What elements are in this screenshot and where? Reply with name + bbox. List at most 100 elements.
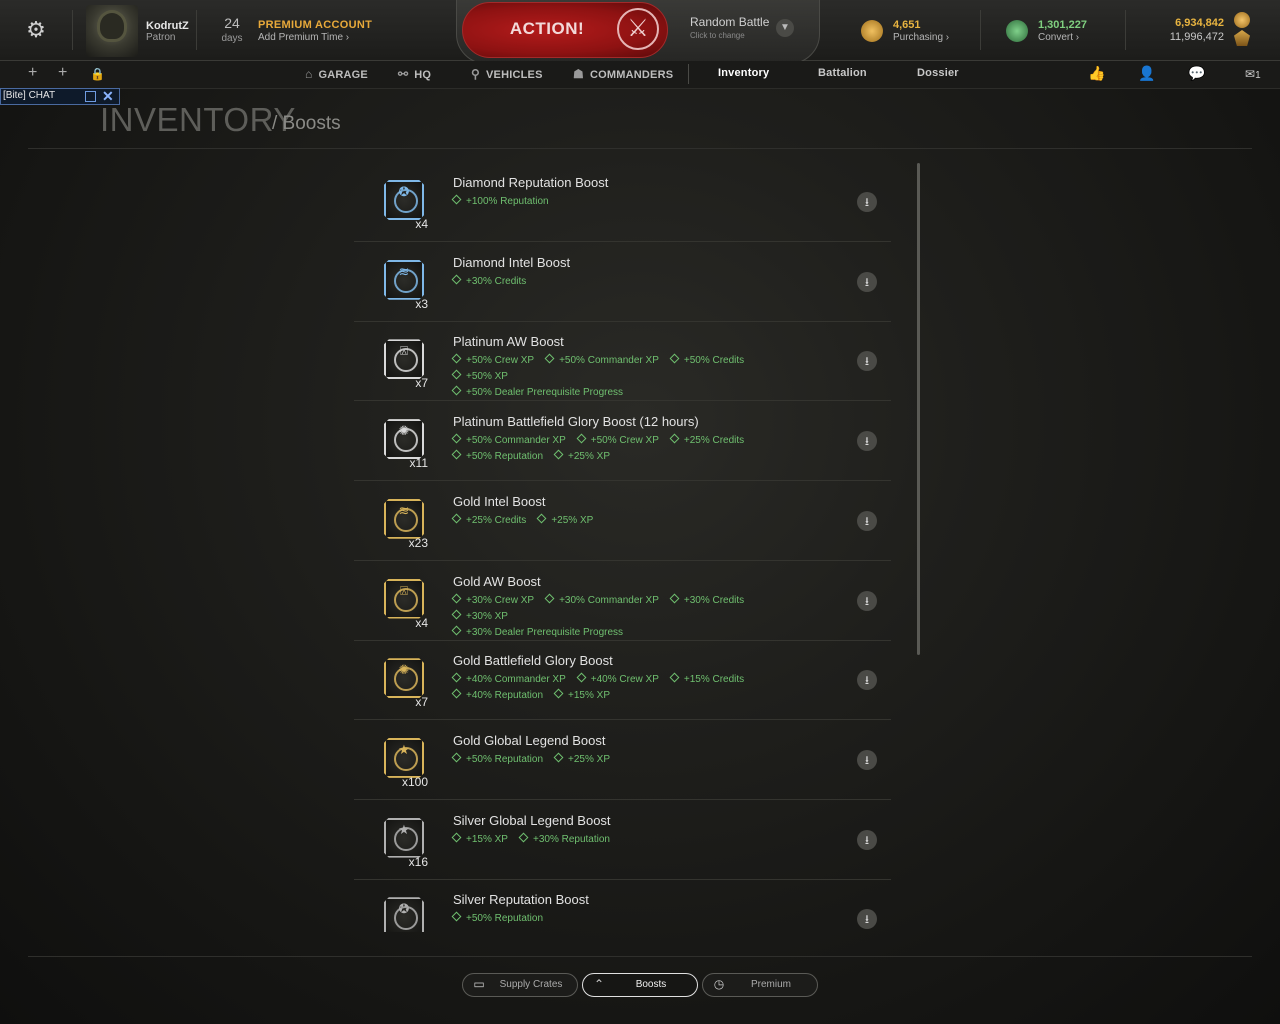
scrollbar[interactable] [917,163,920,655]
nav-vehicles[interactable]: ⚲ VEHICLES [471,67,543,81]
activate-download-icon[interactable]: ⭳ [857,590,877,611]
page-title: INVENTORY [100,101,296,138]
activate-download-icon[interactable]: ⭳ [857,749,877,770]
activate-download-icon[interactable]: ⭳ [857,431,877,452]
boost-row[interactable]: ⍓ x4 Gold AW Boost +30% Crew XP +30% Command… [354,561,891,641]
diamond-bullet-icon [451,274,462,285]
diamond-bullet-icon [669,672,680,683]
boost-bonuses: +30% Crew XP +30% Commander XP +30% Credit… [451,593,811,641]
settings-gear-icon[interactable]: ⚙ [24,18,48,42]
boost-row[interactable]: ✺ x11 Platinum Battlefield Glory Boost (12… [354,401,891,482]
tab-boosts[interactable]: ⌃ Boosts [582,973,698,997]
boost-name: Gold AW Boost [453,573,541,589]
bonus-item: +25% Credits [451,513,526,529]
boost-row[interactable]: ✪ x4 Diamond Reputation Boost +100% Reputat… [354,162,891,242]
divider [196,10,197,50]
boost-bonuses: +50% Commander XP +50% Crew XP +25% Credit… [451,433,811,465]
boost-row[interactable]: ≋ x3 Diamond Intel Boost +30% Credits ⭳ [354,242,891,322]
legend-glyph-icon: ★ [398,821,410,837]
bonus-item: +50% Dealer Prerequisite Progress [451,385,623,401]
activate-download-icon[interactable]: ⭳ [857,829,877,850]
convert-link[interactable]: Convert › [1038,32,1079,43]
nav-commanders[interactable]: ☗ COMMANDERS [573,67,673,81]
add-icon[interactable]: + [58,64,67,82]
chevron-down-icon[interactable]: ▼ [776,19,794,37]
add-icon[interactable]: + [28,64,37,82]
purchasing-link[interactable]: Purchasing › [893,32,949,43]
tab-premium[interactable]: ◷ Premium [702,973,818,997]
avatar[interactable] [86,5,138,57]
divider [72,10,73,50]
nav-garage[interactable]: ⌂ GARAGE [305,67,368,81]
boost-quantity: x16 [408,854,428,869]
boost-quantity: x7 [415,376,428,391]
battle-mode-title[interactable]: Random Battle [690,15,769,29]
legend-glyph-icon: ★ [398,741,410,757]
diamond-bullet-icon [576,672,587,683]
bonus-text: +30% Dealer Prerequisite Progress [466,626,624,638]
maximize-icon[interactable] [85,91,96,102]
boost-name: Silver Reputation Boost [453,892,589,908]
activate-download-icon[interactable]: ⭳ [857,510,877,531]
boost-quantity: x4 [415,217,428,231]
bonus-item: +15% XP [451,832,508,848]
bonus-item: +30% Reputation [518,832,610,848]
boost-quantity: x100 [401,774,428,789]
free-xp-value: 6,934,842 [1175,17,1224,29]
nav-hq-label: HQ [414,69,432,81]
diamond-bullet-icon [451,353,462,364]
nav-inventory[interactable]: Inventory [718,67,769,79]
tab-supply-crates[interactable]: ▭ Supply Crates [462,973,578,997]
activate-download-icon[interactable]: ⭳ [857,670,877,691]
activate-download-icon[interactable]: ⭳ [857,271,877,292]
lock-icon[interactable]: 🔒 [90,67,105,81]
diamond-bullet-icon [451,433,462,444]
boost-row[interactable]: ★ x16 Silver Global Legend Boost +15% XP +30… [354,800,891,880]
invites-count: 1 [1255,70,1261,81]
bonus-text: +15% Credits [683,674,745,686]
boost-name: Gold Intel Boost [453,493,546,509]
reputation-glyph-icon: ✪ [398,184,410,199]
username: KodrutZ [146,20,189,32]
profile-icon[interactable]: 👤 [1138,65,1155,82]
nav-battalion[interactable]: Battalion [818,67,867,79]
boost-row[interactable]: ✺ x7 Gold Battlefield Glory Boost +40% Comm… [354,640,891,721]
crate-icon: ▭ [473,977,485,991]
nav-hq[interactable]: ⚯ HQ [398,67,431,81]
bonus-text: +50% Credits [683,355,745,367]
boost-name: Silver Global Legend Boost [453,812,611,828]
messages-icon[interactable]: 💬 [1188,65,1205,82]
diamond-bullet-icon [451,688,462,699]
boost-row[interactable]: ★ x100 Gold Global Legend Boost +50% Reputa… [354,720,891,800]
thumbs-up-icon[interactable]: 👍 [1088,65,1105,82]
boost-bonuses: +30% Credits [451,274,811,290]
bonus-text: +30% Crew XP [466,594,535,606]
boost-quantity: x11 [409,456,428,471]
bonus-item: +40% Crew XP [576,672,659,688]
nav-dossier[interactable]: Dossier [917,67,959,79]
bonus-item: +30% Credits [451,274,526,290]
intel-glyph-icon: ≋ [398,263,410,279]
credits-icon [1006,20,1028,42]
boost-quantity: x23 [408,535,428,550]
action-button-label: ACTION! [509,19,585,38]
boost-row[interactable]: ≋ x23 Gold Intel Boost +25% Credits +25% XP ⭳ [354,481,891,561]
bonus-text: +50% Dealer Prerequisite Progress [466,387,624,399]
add-premium-time-link[interactable]: Add Premium Time › [258,32,349,43]
activate-download-icon[interactable]: ⭳ [857,351,877,372]
total-xp-value: 11,996,472 [1169,31,1224,43]
boost-list[interactable]: ✪ x4 Diamond Reputation Boost +100% Reputat… [354,162,891,932]
boost-name: Diamond Intel Boost [453,254,571,270]
diamond-bullet-icon [669,433,680,444]
boost-bonuses: +40% Commander XP +40% Crew XP +15% Credit… [451,672,811,704]
bonus-item: +50% Reputation [451,911,543,927]
diamond-bullet-icon [553,752,564,763]
invites-icon[interactable]: ✉1 [1245,67,1261,81]
bonus-item: +50% Crew XP [451,353,534,369]
bonus-text: +50% Commander XP [466,435,566,447]
boost-row[interactable]: ✪ Silver Reputation Boost +50% Reputation ⭳ [354,879,891,932]
activate-download-icon[interactable]: ⭳ [857,909,877,930]
boost-row[interactable]: ⍓ x7 Platinum AW Boost +50% Crew XP +50% Com… [354,321,891,402]
bonus-item: +50% Crew XP [576,433,659,449]
activate-download-icon[interactable]: ⭳ [857,192,877,212]
